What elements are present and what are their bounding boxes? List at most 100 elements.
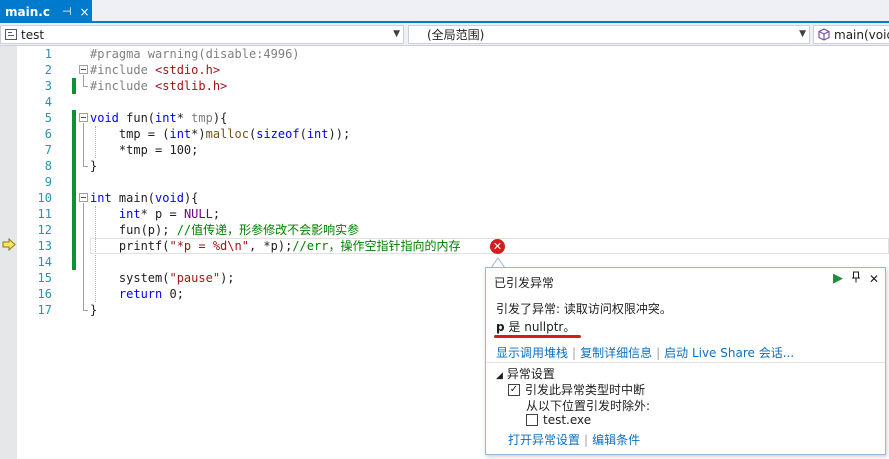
indicator-margin[interactable] bbox=[0, 46, 17, 459]
collapse-icon[interactable] bbox=[79, 65, 88, 74]
exception-settings-links: 打开异常设置 | 编辑条件 bbox=[508, 431, 640, 448]
exception-message: 引发了异常: 读取访问权限冲突。 bbox=[496, 302, 672, 316]
null-description: 是 nullptr。 bbox=[504, 320, 576, 334]
code-token: tmp = ( bbox=[90, 127, 170, 141]
code-token: sizeof bbox=[256, 127, 300, 141]
code-token: void bbox=[90, 111, 119, 125]
pin-icon[interactable]: ⊣ bbox=[62, 5, 72, 18]
collapse-icon[interactable] bbox=[79, 113, 88, 122]
code-line-8[interactable]: } bbox=[90, 158, 97, 174]
show-call-stack-link[interactable]: 显示调用堆栈 bbox=[496, 346, 568, 360]
code-line-16[interactable]: return 0; bbox=[90, 286, 184, 302]
current-statement-arrow-icon bbox=[2, 238, 16, 251]
code-token: system( bbox=[90, 271, 170, 285]
code-token: fun(p); bbox=[90, 223, 177, 237]
member-dropdown[interactable]: main(void) bbox=[813, 25, 889, 44]
code-line-7[interactable]: *tmp = 100; bbox=[90, 142, 198, 158]
scope-dropdown[interactable]: (全局范围) ▼ bbox=[408, 25, 810, 44]
code-line-11[interactable]: int* p = NULL; bbox=[90, 206, 220, 222]
line-number: 10 bbox=[37, 191, 52, 205]
line-number: 9 bbox=[44, 175, 52, 189]
code-token: printf( bbox=[90, 239, 170, 253]
code-token: )); bbox=[328, 127, 351, 141]
code-token: #pragma warning(disable:4996) bbox=[90, 47, 300, 61]
change-indicator bbox=[72, 110, 76, 270]
link-separator: | bbox=[656, 346, 661, 360]
code-comment: //值传递，形参修改不会影响实参 bbox=[176, 223, 360, 237]
break-on-exception-row[interactable]: ✓ 引发此异常类型时中断 bbox=[508, 381, 645, 398]
edit-conditions-link[interactable]: 编辑条件 bbox=[592, 433, 640, 447]
close-icon[interactable]: ✕ bbox=[869, 272, 879, 286]
exception-error-icon[interactable]: ✕ bbox=[490, 239, 505, 254]
chevron-down-icon[interactable]: ▼ bbox=[393, 29, 400, 39]
line-number: 6 bbox=[44, 127, 52, 141]
navigation-bar: test ▼ (全局范围) ▼ main(void) bbox=[0, 23, 889, 46]
code-line-3[interactable]: #include <stdlib.h> bbox=[90, 78, 227, 94]
code-token: main( bbox=[111, 191, 156, 205]
change-indicator bbox=[72, 78, 76, 94]
code-line-15[interactable]: system("pause"); bbox=[90, 270, 235, 286]
code-line-6[interactable]: tmp = (int*)malloc(sizeof(int)); bbox=[90, 126, 350, 142]
code-token: return bbox=[118, 287, 163, 301]
line-number: 13 bbox=[37, 239, 52, 253]
start-live-share-link[interactable]: 启动 Live Share 会话... bbox=[664, 346, 794, 360]
outline-end bbox=[83, 86, 88, 87]
project-icon bbox=[5, 29, 17, 40]
exclude-module-checkbox[interactable] bbox=[526, 414, 538, 426]
code-line-1[interactable]: #pragma warning(disable:4996) bbox=[90, 46, 300, 62]
line-number: 4 bbox=[44, 95, 52, 109]
null-variable: p bbox=[496, 320, 505, 334]
exception-null-detail: p 是 nullptr。 bbox=[496, 318, 575, 335]
line-number: 16 bbox=[37, 287, 52, 301]
exclude-module-row[interactable]: test.exe bbox=[526, 413, 591, 427]
code-line-2[interactable]: #include <stdio.h> bbox=[90, 62, 220, 78]
exception-title: 已引发异常 bbox=[494, 276, 555, 290]
method-cube-icon bbox=[818, 28, 830, 41]
code-token: tmp bbox=[191, 111, 213, 125]
project-value: test bbox=[21, 27, 45, 42]
code-token: } bbox=[90, 303, 98, 317]
code-token: } bbox=[90, 159, 98, 173]
code-token: ( bbox=[299, 127, 307, 141]
tab-filename: main.c bbox=[5, 4, 50, 19]
exception-settings-section[interactable]: ◢ 异常设置 bbox=[496, 365, 555, 382]
outline-line bbox=[83, 75, 84, 86]
code-token: *tmp = 100; bbox=[90, 143, 199, 157]
pin-icon[interactable] bbox=[851, 271, 861, 286]
code-comment: //err，操作空指针指向的内存 bbox=[292, 239, 461, 253]
line-number: 1 bbox=[44, 47, 52, 61]
exception-settings-title: 异常设置 bbox=[506, 367, 555, 381]
code-token: int bbox=[155, 111, 177, 125]
document-tab-strip: main.c ⊣ × bbox=[0, 0, 889, 23]
triangle-expanded-icon[interactable]: ◢ bbox=[496, 371, 503, 381]
close-icon[interactable]: × bbox=[80, 5, 90, 19]
code-token: ){ bbox=[212, 111, 228, 125]
collapse-icon[interactable] bbox=[79, 193, 88, 202]
code-line-10[interactable]: int main(void){ bbox=[90, 190, 198, 206]
code-token: fun( bbox=[118, 111, 156, 125]
line-number: 14 bbox=[37, 255, 52, 269]
tab-main-c[interactable]: main.c ⊣ × bbox=[0, 0, 92, 23]
exception-links: 显示调用堆栈 | 复制详细信息 | 启动 Live Share 会话... bbox=[496, 344, 794, 361]
code-line-17[interactable]: } bbox=[90, 302, 97, 318]
code-token: int bbox=[118, 207, 141, 221]
code-line-12[interactable]: fun(p); //值传递，形参修改不会影响实参 bbox=[90, 222, 359, 238]
line-number: 7 bbox=[44, 143, 52, 157]
line-number: 15 bbox=[37, 271, 52, 285]
member-value: main(void) bbox=[834, 27, 889, 42]
break-on-exception-checkbox[interactable]: ✓ bbox=[508, 383, 520, 396]
code-line-13[interactable]: printf("*p = %d\n", *p);//err，操作空指针指向的内存 bbox=[90, 238, 461, 254]
code-token: ; bbox=[212, 207, 221, 221]
code-line-5[interactable]: void fun(int* tmp){ bbox=[90, 110, 227, 126]
continue-play-icon[interactable]: ▶ bbox=[833, 271, 843, 286]
copy-details-link[interactable]: 复制详细信息 bbox=[580, 346, 652, 360]
open-exception-settings-link[interactable]: 打开异常设置 bbox=[508, 433, 580, 447]
outline-line bbox=[83, 123, 84, 166]
code-token: *) bbox=[191, 127, 206, 141]
code-token: , *p); bbox=[248, 239, 293, 253]
code-token: int bbox=[169, 127, 192, 141]
chevron-down-icon[interactable]: ▼ bbox=[799, 29, 806, 39]
code-token: <stdio.h> bbox=[155, 63, 221, 77]
project-dropdown[interactable]: test ▼ bbox=[0, 25, 404, 44]
